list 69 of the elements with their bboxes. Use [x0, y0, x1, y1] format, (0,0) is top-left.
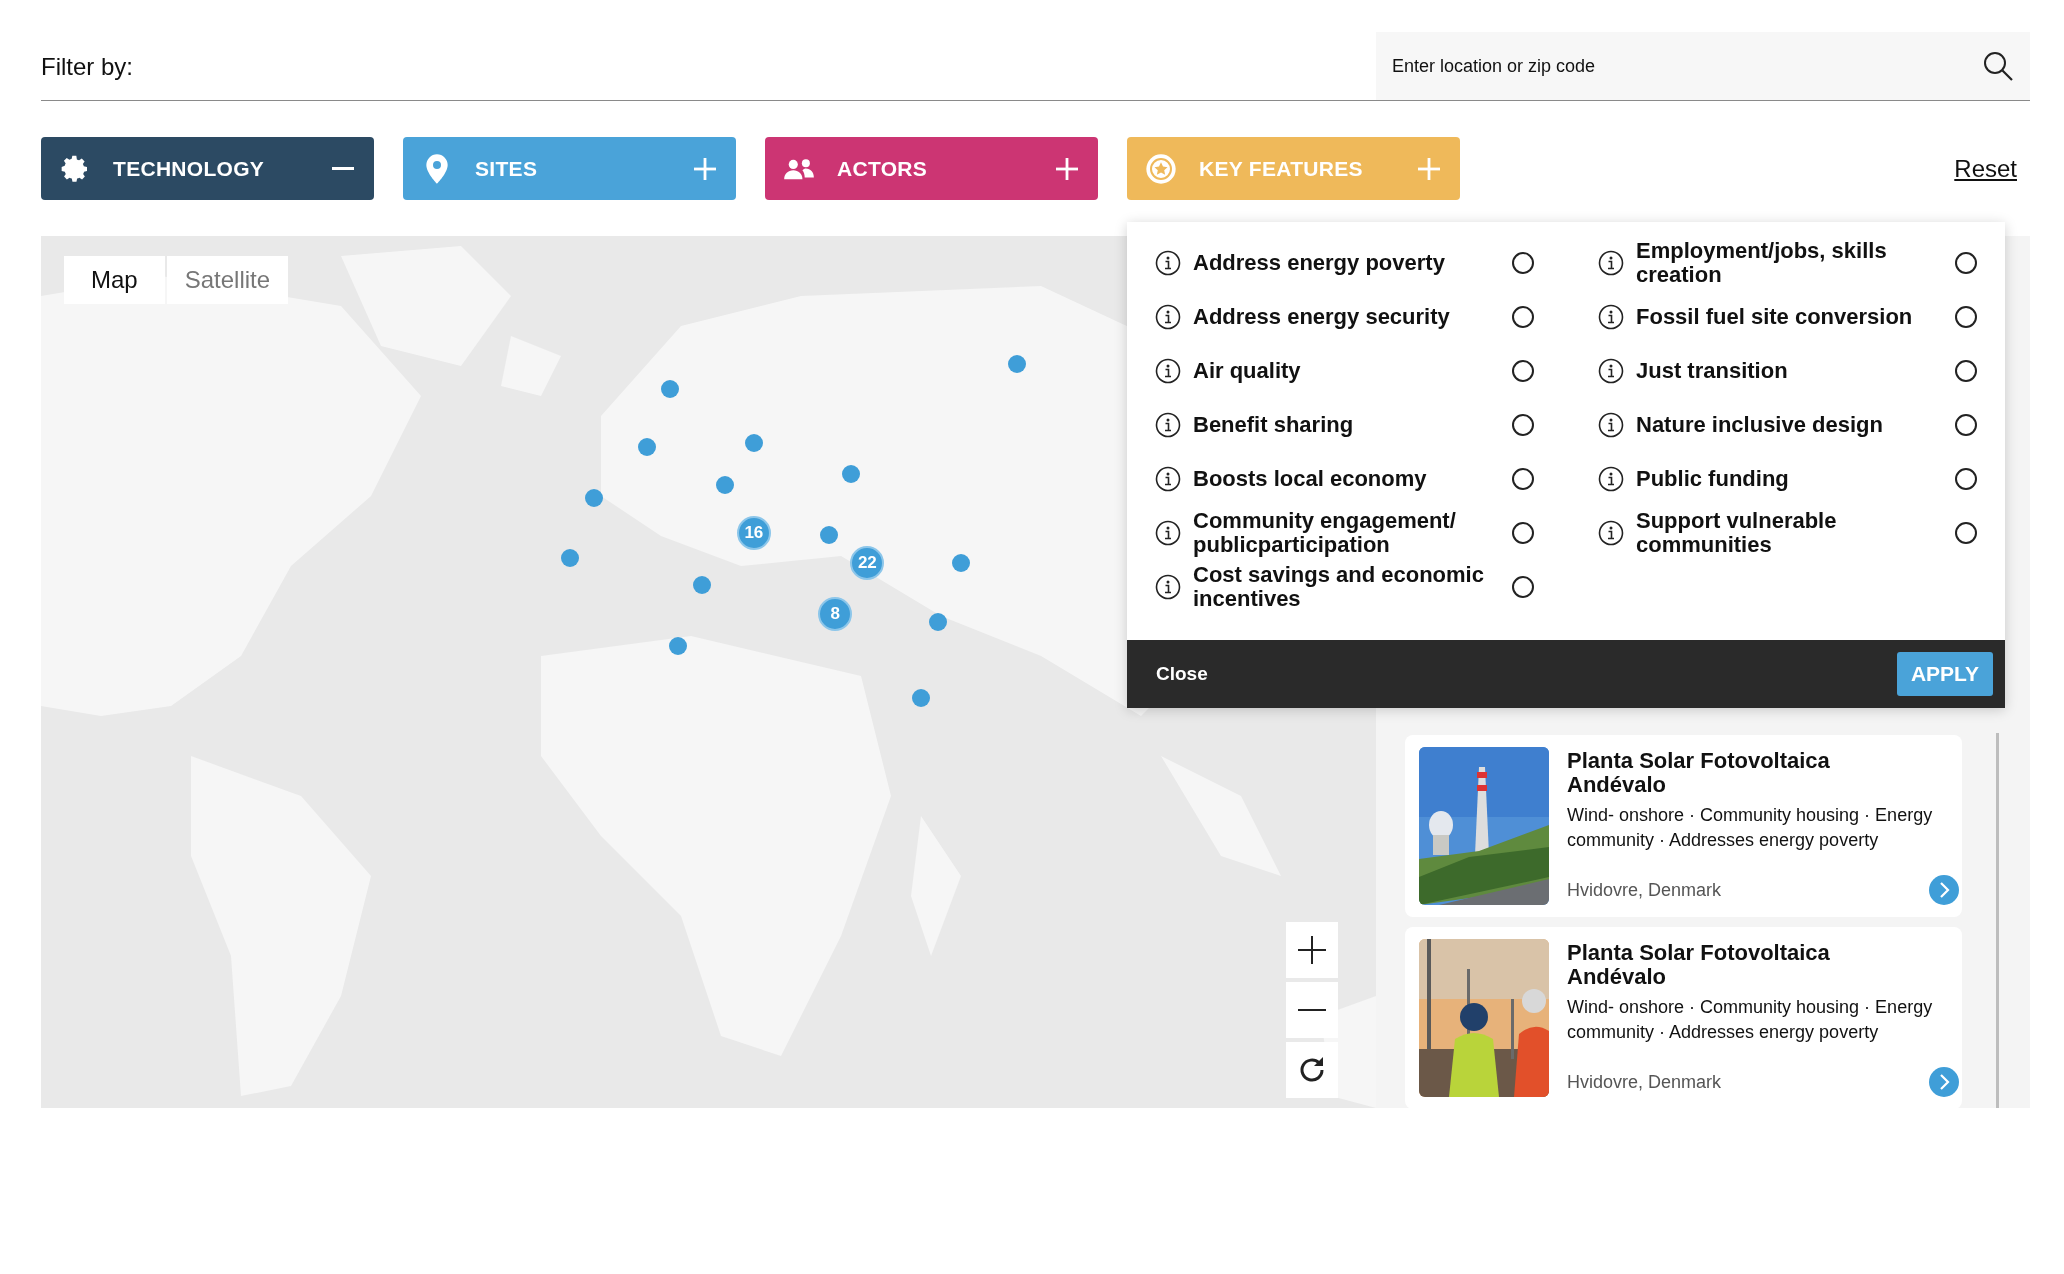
- minus-icon: [332, 167, 354, 170]
- filter-button[interactable]: SITES: [403, 137, 736, 200]
- radio-button[interactable]: [1512, 252, 1534, 274]
- plus-icon: [1056, 157, 1078, 180]
- result-location: Hvidovre, Denmark: [1567, 1071, 1722, 1093]
- info-icon[interactable]: [1155, 574, 1181, 600]
- feature-label: Address energy security: [1193, 305, 1451, 329]
- info-icon[interactable]: [1598, 358, 1624, 384]
- radio-button[interactable]: [1955, 252, 1977, 274]
- radio-button[interactable]: [1512, 414, 1534, 436]
- result-title: Planta Solar Fotovoltaica Andévalo: [1567, 749, 1831, 797]
- radio-button[interactable]: [1955, 360, 1977, 382]
- feature-label: Address energy poverty: [1193, 251, 1446, 275]
- plus-icon: [1418, 157, 1440, 180]
- info-icon[interactable]: [1598, 304, 1624, 330]
- radio-button[interactable]: [1512, 576, 1534, 598]
- info-icon[interactable]: [1598, 412, 1624, 438]
- result-tags: Wind- onshore · Community housing · Energy community · Addresses energy poverty: [1567, 803, 1959, 853]
- reset-link[interactable]: Reset: [1954, 154, 2017, 183]
- plus-icon: [694, 157, 716, 180]
- filter-button[interactable]: TECHNOLOGY: [41, 137, 374, 200]
- feature-label: Just transition: [1636, 359, 1789, 383]
- feature-label: Benefit sharing: [1193, 413, 1355, 437]
- info-icon[interactable]: [1155, 250, 1181, 276]
- info-icon[interactable]: [1155, 358, 1181, 384]
- feature-label: Support vulnerable communities: [1636, 509, 1838, 557]
- zoom-in-button[interactable]: [1286, 922, 1338, 978]
- info-icon[interactable]: [1155, 304, 1181, 330]
- radio-button[interactable]: [1512, 360, 1534, 382]
- feature-label: Public funding: [1636, 467, 1790, 491]
- result-card[interactable]: Planta Solar Fotovoltaica Andévalo Wind- onshore · Community housing · Energy community · Addresses energy poverty Hvidovre, Denmark: [1405, 927, 1962, 1108]
- radio-button[interactable]: [1512, 522, 1534, 544]
- radio-button[interactable]: [1955, 522, 1977, 544]
- chevron-right-icon[interactable]: [1929, 1067, 1959, 1097]
- feature-label: Boosts local economy: [1193, 467, 1428, 491]
- chevron-right-icon[interactable]: [1929, 875, 1959, 905]
- info-icon[interactable]: [1598, 466, 1624, 492]
- map-type-tab[interactable]: Map: [64, 256, 165, 304]
- plus-icon: [1296, 934, 1328, 966]
- reset-view-button[interactable]: [1286, 1042, 1338, 1098]
- radio-button[interactable]: [1512, 306, 1534, 328]
- feature-label: Employment/jobs, skills creation: [1636, 239, 1888, 287]
- apply-button[interactable]: APPLY: [1896, 652, 1993, 696]
- minus-icon: [1296, 1009, 1328, 1011]
- filter-label: Filter by:: [41, 53, 133, 81]
- search-icon[interactable]: [1982, 50, 2014, 82]
- feature-label: Fossil fuel site conversion: [1636, 305, 1914, 329]
- result-card[interactable]: Planta Solar Fotovoltaica Andévalo Wind- onshore · Community housing · Energy community · Addresses energy poverty Hvidovre, Denmark: [1405, 735, 1962, 917]
- feature-label: Air quality: [1193, 359, 1302, 383]
- map-type-tab[interactable]: Satellite: [166, 256, 289, 304]
- feature-label: Nature inclusive design: [1636, 413, 1884, 437]
- radio-button[interactable]: [1955, 306, 1977, 328]
- info-icon[interactable]: [1155, 412, 1181, 438]
- info-icon[interactable]: [1155, 466, 1181, 492]
- search-field[interactable]: Enter location or zip code: [1376, 32, 2030, 100]
- radio-button[interactable]: [1512, 468, 1534, 490]
- result-tags: Wind- onshore · Community housing · Energy community · Addresses energy poverty: [1567, 995, 1959, 1045]
- radio-button[interactable]: [1955, 414, 1977, 436]
- filter-button[interactable]: ACTORS: [765, 137, 1098, 200]
- feature-label: Cost savings and economic incentives: [1193, 563, 1485, 611]
- feature-label: Community engagement/ publicparticipation: [1193, 509, 1457, 557]
- star-badge-icon: [1145, 152, 1177, 185]
- close-link[interactable]: Close: [1156, 663, 1208, 685]
- info-icon[interactable]: [1598, 520, 1624, 546]
- info-icon[interactable]: [1598, 250, 1624, 276]
- result-title: Planta Solar Fotovoltaica Andévalo: [1567, 941, 1831, 989]
- radio-button[interactable]: [1955, 468, 1977, 490]
- info-icon[interactable]: [1155, 520, 1181, 546]
- result-location: Hvidovre, Denmark: [1567, 879, 1722, 901]
